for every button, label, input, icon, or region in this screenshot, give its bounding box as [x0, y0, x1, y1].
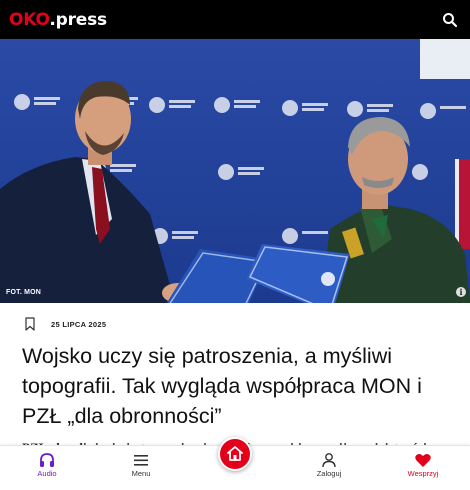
article-date: 25 LIPCA 2025	[51, 319, 107, 329]
info-icon[interactable]: i	[456, 287, 466, 297]
site-logo[interactable]: OKO.press	[9, 10, 107, 30]
article-meta: 25 LIPCA 2025	[24, 316, 106, 332]
home-button[interactable]	[218, 437, 252, 471]
nav-login[interactable]: Zaloguj	[294, 446, 364, 490]
heart-icon	[415, 453, 431, 467]
logo-brand: OKO	[9, 10, 50, 30]
user-icon	[322, 453, 336, 468]
logo-tld: press	[55, 10, 108, 30]
nav-support[interactable]: Wesprzyj	[388, 446, 458, 490]
nav-menu[interactable]: Menu	[106, 446, 176, 490]
home-icon	[227, 446, 243, 461]
hero-illustration	[0, 39, 470, 303]
hamburger-icon	[134, 455, 148, 466]
nav-menu-label: Menu	[131, 469, 151, 478]
top-bar: OKO.press	[0, 0, 470, 39]
search-icon[interactable]	[442, 12, 458, 28]
nav-support-label: Wesprzyj	[407, 469, 439, 478]
bookmark-icon[interactable]	[24, 317, 36, 331]
article-title: Wojsko uczy się patroszenia, a myśliwi t…	[22, 344, 422, 428]
headphones-icon	[40, 453, 54, 467]
photo-credit: FOT. MON	[6, 289, 42, 296]
nav-audio[interactable]: Audio	[12, 446, 82, 490]
nav-audio-label: Audio	[37, 469, 57, 478]
hero-image[interactable]: FOT. MON i	[0, 39, 470, 303]
nav-login-label: Zaloguj	[316, 469, 342, 478]
